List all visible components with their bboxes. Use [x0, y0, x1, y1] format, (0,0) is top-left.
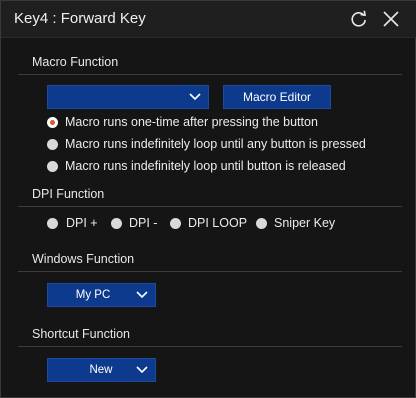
divider: [18, 74, 402, 75]
divider: [18, 271, 402, 272]
shortcut-section-title: Shortcut Function: [32, 327, 130, 341]
dpi-plus-radio[interactable]: [47, 218, 58, 229]
macro-select-dropdown[interactable]: [47, 85, 209, 109]
macro-option-label-2[interactable]: Macro runs indefinitely loop until any b…: [65, 137, 366, 151]
macro-option-radio-2[interactable]: [47, 139, 58, 150]
chevron-down-icon: [136, 366, 148, 374]
refresh-icon[interactable]: [349, 9, 369, 29]
macro-section-title: Macro Function: [32, 55, 119, 69]
dpi-loop-label[interactable]: DPI LOOP: [188, 216, 247, 230]
windows-dropdown-value: My PC: [75, 289, 111, 301]
dpi-plus-label[interactable]: DPI +: [66, 216, 98, 230]
dpi-minus-label[interactable]: DPI -: [129, 216, 157, 230]
window-title: Key4 : Forward Key: [14, 10, 146, 27]
sniper-key-label[interactable]: Sniper Key: [274, 216, 335, 230]
dpi-minus-radio[interactable]: [111, 218, 122, 229]
windows-function-dropdown[interactable]: My PC: [47, 283, 156, 307]
macro-option-label-1[interactable]: Macro runs one-time after pressing the b…: [65, 115, 318, 129]
dpi-loop-radio[interactable]: [170, 218, 181, 229]
divider: [18, 206, 402, 207]
macro-editor-button[interactable]: Macro Editor: [223, 85, 331, 109]
sniper-key-radio[interactable]: [256, 218, 267, 229]
macro-option-radio-3[interactable]: [47, 161, 58, 172]
divider: [18, 346, 402, 347]
macro-option-radio-1[interactable]: [47, 117, 58, 128]
windows-section-title: Windows Function: [32, 252, 135, 266]
chevron-down-icon: [189, 93, 201, 101]
close-icon[interactable]: [381, 9, 401, 29]
shortcut-function-dropdown[interactable]: New: [47, 358, 156, 382]
chevron-down-icon: [136, 291, 148, 299]
dpi-section-title: DPI Function: [32, 187, 105, 201]
dialog-window: Key4 : Forward Key Macro Function Macro …: [0, 0, 416, 398]
title-bar: Key4 : Forward Key: [1, 1, 416, 38]
macro-option-label-3[interactable]: Macro runs indefinitely loop until butto…: [65, 159, 346, 173]
